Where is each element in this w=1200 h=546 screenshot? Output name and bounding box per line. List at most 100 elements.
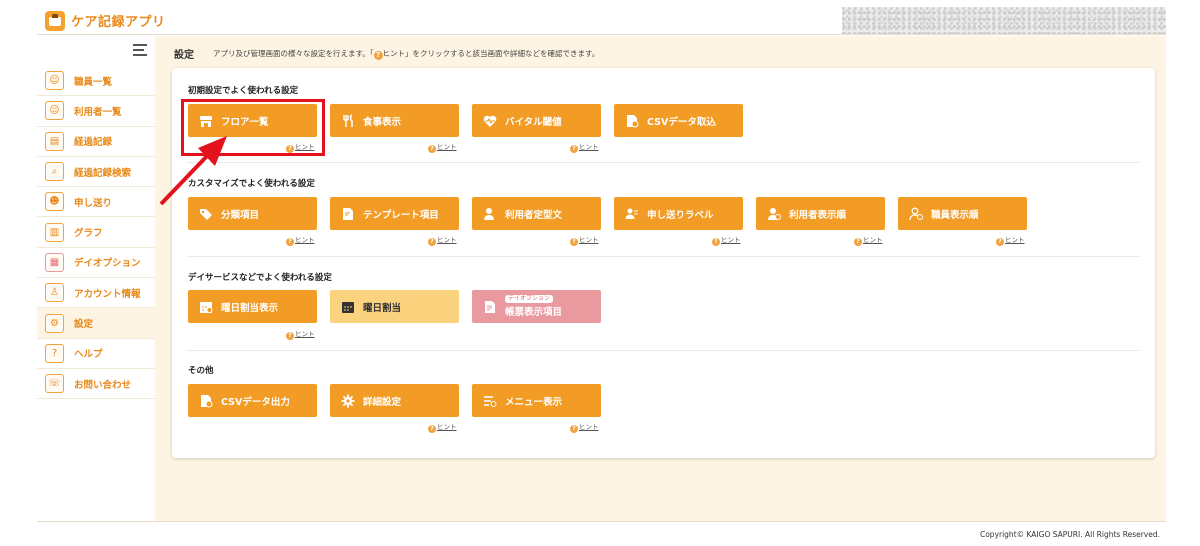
button-label: CSVデータ取込 (647, 116, 716, 128)
button-label: 食事表示 (363, 116, 402, 128)
contact-icon: ☏ (45, 374, 64, 394)
hint-label: ヒント (579, 236, 599, 244)
hint-label: ヒント (437, 236, 457, 244)
pointer-arrow-icon (159, 136, 227, 206)
hint-link[interactable]: ? ヒント (286, 328, 315, 340)
hint-label: ヒント (295, 330, 315, 338)
hint-link[interactable]: ? ヒント (996, 234, 1025, 246)
handover-icon: ☻ (45, 192, 64, 212)
app-logo-icon (45, 11, 65, 31)
question-icon: ? (854, 238, 862, 246)
hint-link[interactable]: ? ヒント (428, 234, 457, 246)
hint-link[interactable]: ? ヒント (428, 141, 457, 153)
sidebar-item-graph[interactable]: ▥ グラフ (37, 217, 155, 248)
sidebar-item-account[interactable]: ♙ アカウント情報 (37, 278, 155, 309)
hint-link[interactable]: ? ヒント (570, 141, 599, 153)
button-label: 曜日割当表示 (221, 302, 279, 314)
sidebar-item-settings[interactable]: ⚙ 設定 (37, 308, 155, 339)
staff-order-button[interactable]: 職員表示順 (898, 197, 1027, 230)
sidebar-item-label: グラフ (74, 228, 103, 240)
sidebar-item-day-option[interactable]: ▦ デイオプション (37, 248, 155, 279)
button-label: CSVデータ出力 (221, 396, 290, 408)
hint-link[interactable]: ? ヒント (570, 421, 599, 433)
meal-display-button[interactable]: 食事表示 (330, 104, 459, 137)
sidebar-item-record[interactable]: ▤ 経過記録 (37, 127, 155, 157)
menu-display-button[interactable]: メニュー表示 (472, 384, 601, 417)
hint-label: ヒント (437, 423, 457, 431)
button-label: 職員表示順 (931, 209, 979, 221)
sidebar-item-label: 経過記録 (74, 137, 113, 149)
graph-icon: ▥ (45, 222, 64, 242)
sidebar-item-label: 経過記録検索 (74, 167, 132, 179)
button-label: バイタル閾値 (505, 116, 562, 128)
user-phrase-button[interactable]: 利用者定型文 (472, 197, 601, 230)
template-icon (341, 207, 355, 221)
weekday-assign-display-button[interactable]: 曜日割当表示 (188, 290, 317, 323)
record-icon: ▤ (45, 131, 64, 151)
divider (187, 256, 1140, 257)
account-icon: ♙ (45, 283, 64, 303)
section-title-initial: 初期設定でよく使われる設定 (188, 86, 299, 96)
hint-label: ヒント (579, 143, 599, 151)
user-order-button[interactable]: 利用者表示順 (756, 197, 885, 230)
question-icon: ? (712, 238, 720, 246)
gear-icon (341, 394, 355, 408)
menu-check-icon (483, 394, 497, 408)
handover-label-button[interactable]: 申し送りラベル (614, 197, 743, 230)
hint-link[interactable]: ? ヒント (428, 421, 457, 433)
section-title-other: その他 (188, 366, 214, 376)
sidebar-item-staff-list[interactable]: ☺ 職員一覧 (37, 66, 155, 97)
hint-label: ヒント (579, 423, 599, 431)
csv-export-button[interactable]: CSVデータ出力 (188, 384, 317, 417)
sidebar-item-record-search[interactable]: ⌕ 経過記録検索 (37, 157, 155, 188)
footer-divider (37, 521, 1166, 522)
hint-link[interactable]: ? ヒント (286, 234, 315, 246)
copyright: Copyright© KAIGO SAPURI. All Rights Rese… (979, 530, 1160, 539)
hint-label: ヒント (721, 236, 741, 244)
weekday-assign-button[interactable]: 曜日割当 (330, 290, 459, 323)
button-label: 利用者表示順 (789, 209, 847, 221)
sidebar-item-label: アカウント情報 (74, 288, 141, 300)
button-label: テンプレート項目 (363, 209, 439, 221)
meal-icon (341, 113, 355, 128)
button-label: 利用者定型文 (505, 209, 563, 221)
sidebar-item-label: 利用者一覧 (74, 106, 122, 118)
hint-link[interactable]: ? ヒント (712, 234, 741, 246)
question-icon: ? (428, 145, 436, 153)
header: ケア記録アプリ (37, 6, 1166, 35)
user-phrase-icon (483, 207, 497, 221)
button-label: 曜日割当 (363, 302, 402, 314)
question-icon: ? (428, 238, 436, 246)
divider (187, 162, 1140, 163)
day-option-badge: デイオプション (505, 295, 554, 303)
sidebar-item-label: ヘルプ (74, 349, 103, 361)
user-list-icon: ☺ (45, 101, 64, 121)
sidebar-item-help[interactable]: ? ヘルプ (37, 339, 155, 369)
template-item-button[interactable]: テンプレート項目 (330, 197, 459, 230)
report-display-item-button[interactable]: デイオプション 帳票表示項目 (472, 290, 601, 323)
button-label-stack: デイオプション 帳票表示項目 (505, 295, 562, 318)
hint-label: ヒント (863, 236, 883, 244)
csv-import-button[interactable]: CSVデータ取込 (614, 104, 743, 137)
tag-icon (199, 207, 213, 221)
question-icon: ? (570, 425, 578, 433)
hint-link[interactable]: ? ヒント (854, 234, 883, 246)
sidebar-item-contact[interactable]: ☏ お問い合わせ (37, 369, 155, 400)
sidebar-item-label: 職員一覧 (74, 76, 113, 88)
hint-link[interactable]: ? ヒント (570, 234, 599, 246)
hint-label: ヒント (1005, 236, 1025, 244)
divider (187, 350, 1140, 351)
app-title[interactable]: ケア記録アプリ (71, 11, 166, 30)
hamburger-menu-icon[interactable] (133, 44, 147, 56)
button-label: 分類項目 (221, 209, 260, 221)
staff-icon: ☺ (45, 71, 64, 91)
desc-after: 」をクリックすると該当画面や詳細などを確認できます。 (405, 49, 600, 58)
sidebar-item-user-list[interactable]: ☺ 利用者一覧 (37, 96, 155, 127)
detail-settings-button[interactable]: 詳細設定 (330, 384, 459, 417)
question-icon: ? (570, 238, 578, 246)
sidebar-item-handover[interactable]: ☻ 申し送り (37, 187, 155, 218)
record-search-icon: ⌕ (45, 162, 64, 182)
vital-threshold-button[interactable]: バイタル閾値 (472, 104, 601, 137)
button-label: メニュー表示 (505, 396, 563, 408)
question-icon: ? (570, 145, 578, 153)
